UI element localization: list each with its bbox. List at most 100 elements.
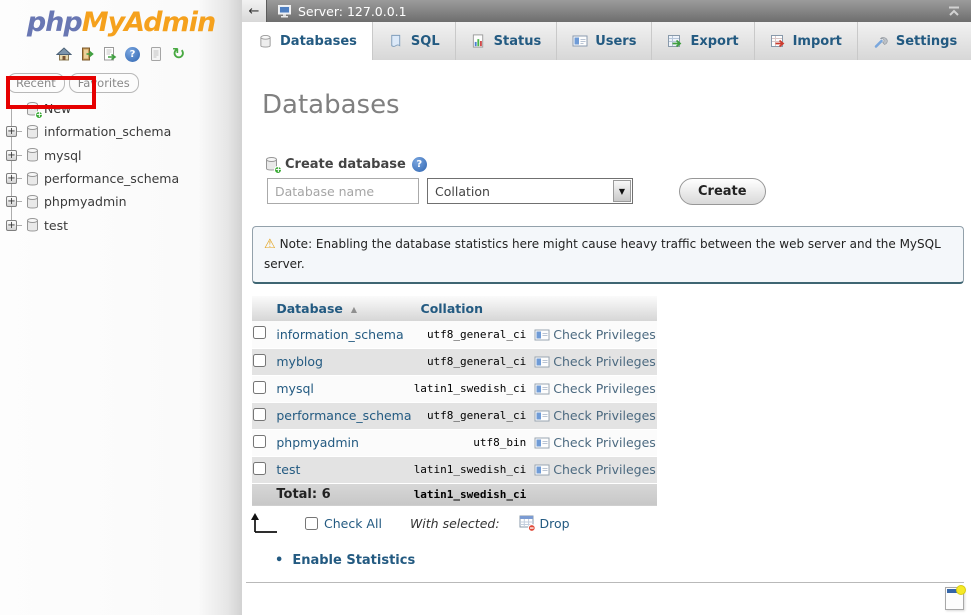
logout-icon[interactable] xyxy=(78,46,95,63)
tab-settings[interactable]: Settings xyxy=(858,22,971,60)
privileges-icon xyxy=(534,329,550,341)
row-checkbox[interactable] xyxy=(253,462,266,475)
tree-item-information-schema[interactable]: information_schema xyxy=(0,120,242,143)
database-link[interactable]: myblog xyxy=(267,354,323,369)
header-collation[interactable]: Collation xyxy=(412,296,535,321)
database-icon xyxy=(25,124,40,140)
database-link[interactable]: information_schema xyxy=(267,327,403,342)
plus-badge-icon xyxy=(274,166,282,174)
tab-status[interactable]: Status xyxy=(456,22,558,60)
database-link[interactable]: performance_schema xyxy=(267,408,411,423)
select-dropdown-icon[interactable]: ▼ xyxy=(613,180,631,202)
check-privileges-link[interactable]: Check Privileges xyxy=(553,435,656,450)
recent-tab[interactable]: Recent xyxy=(7,73,65,93)
row-checkbox[interactable] xyxy=(253,326,266,339)
enable-statistics-link[interactable]: Enable Statistics xyxy=(292,553,415,568)
privileges-icon xyxy=(534,464,550,476)
tree-item-test[interactable]: test xyxy=(0,213,242,236)
back-button[interactable]: ← xyxy=(242,0,267,22)
check-privileges-link[interactable]: Check Privileges xyxy=(553,462,656,477)
tree-item-label: test xyxy=(44,218,68,233)
collation-value: utf8_general_ci xyxy=(412,348,535,375)
server-icon xyxy=(277,4,293,19)
table-footer-row: Total: 6 latin1_swedish_ci xyxy=(252,483,657,506)
help-icon[interactable]: ? xyxy=(124,46,141,63)
bulk-actions-row: Check All With selected: Drop xyxy=(250,512,570,535)
collation-value: latin1_swedish_ci xyxy=(412,375,535,402)
header-database[interactable]: Database▲ xyxy=(267,296,411,321)
home-icon[interactable] xyxy=(55,46,72,63)
tab-users[interactable]: Users xyxy=(557,22,652,60)
phpmyadmin-app: phpMyAdmin ? ↻ Recent Favorites xyxy=(0,0,971,615)
expand-icon[interactable] xyxy=(6,196,17,207)
note-text: Note: Enabling the database statistics h… xyxy=(264,237,941,271)
table-row: performance_schema utf8_general_ci Check… xyxy=(252,402,657,429)
tree-item-label: information_schema xyxy=(44,124,171,139)
reload-icon[interactable]: ↻ xyxy=(170,46,187,63)
row-checkbox[interactable] xyxy=(253,435,266,448)
wrench-icon xyxy=(873,33,889,49)
favorites-tab[interactable]: Favorites xyxy=(69,73,139,93)
phpmyadmin-logo[interactable]: phpMyAdmin xyxy=(0,7,242,38)
drop-action[interactable]: Drop xyxy=(519,515,570,532)
collation-value: utf8_general_ci xyxy=(412,321,535,348)
table-row: phpmyadmin utf8_bin Check Privileges xyxy=(252,429,657,456)
tab-export[interactable]: Export xyxy=(652,22,754,60)
row-checkbox[interactable] xyxy=(253,354,266,367)
database-link[interactable]: phpmyadmin xyxy=(267,435,359,450)
tab-databases[interactable]: Databases xyxy=(242,22,373,60)
check-privileges-link[interactable]: Check Privileges xyxy=(553,408,656,423)
row-checkbox[interactable] xyxy=(253,408,266,421)
footer-collation: latin1_swedish_ci xyxy=(412,483,535,506)
database-icon xyxy=(25,147,40,163)
enable-statistics-row: • Enable Statistics xyxy=(275,553,415,568)
header-checkbox-cell xyxy=(252,296,267,321)
collation-value: utf8_general_ci xyxy=(412,402,535,429)
table-row: mysql latin1_swedish_ci Check Privileges xyxy=(252,375,657,402)
create-button[interactable]: Create xyxy=(679,178,766,205)
check-privileges-link[interactable]: Check Privileges xyxy=(553,354,656,369)
tree-item-label: New xyxy=(44,101,71,116)
check-all-link[interactable]: Check All xyxy=(324,516,382,531)
tree-item-performance-schema[interactable]: performance_schema xyxy=(0,167,242,190)
check-privileges-link[interactable]: Check Privileges xyxy=(553,381,656,396)
tab-sql[interactable]: SQL xyxy=(373,22,456,60)
tree-item-new[interactable]: New xyxy=(0,97,242,120)
database-name-input[interactable] xyxy=(267,178,419,204)
tab-label: Import xyxy=(793,34,842,49)
warning-icon: ⚠ xyxy=(264,237,276,252)
tree-item-label: performance_schema xyxy=(44,171,179,186)
sql-icon xyxy=(388,33,404,49)
tree-item-phpmyadmin[interactable]: phpmyadmin xyxy=(0,190,242,213)
row-checkbox[interactable] xyxy=(253,381,266,394)
docs-icon[interactable] xyxy=(147,46,164,63)
tab-label: SQL xyxy=(411,34,440,49)
query-window-icon[interactable] xyxy=(101,46,118,63)
database-icon xyxy=(25,217,40,233)
collation-select-value: Collation xyxy=(428,184,612,199)
tab-label: Users xyxy=(595,34,636,49)
collation-select[interactable]: Collation ▼ xyxy=(427,178,633,204)
collapse-topbar-icon[interactable] xyxy=(947,6,961,17)
expand-icon[interactable] xyxy=(6,173,17,184)
footer-divider xyxy=(246,582,964,583)
main-tab-bar: Databases SQL Status Users Export xyxy=(242,22,971,60)
privileges-icon xyxy=(534,437,550,449)
tab-import[interactable]: Import xyxy=(755,22,858,60)
database-link[interactable]: mysql xyxy=(267,381,314,396)
check-privileges-link[interactable]: Check Privileges xyxy=(553,327,656,342)
new-database-icon xyxy=(25,101,40,117)
database-link[interactable]: test xyxy=(267,462,300,477)
privileges-icon xyxy=(534,410,550,422)
open-new-window-icon[interactable] xyxy=(945,587,964,610)
help-icon[interactable]: ? xyxy=(412,157,427,172)
database-tree: New information_schema mysql xyxy=(0,97,242,237)
databases-table: Database▲ Collation information_schema u… xyxy=(252,296,657,507)
tree-item-mysql[interactable]: mysql xyxy=(0,144,242,167)
expand-icon[interactable] xyxy=(6,126,17,137)
privileges-icon xyxy=(534,356,550,368)
expand-icon[interactable] xyxy=(6,150,17,161)
expand-icon[interactable] xyxy=(6,220,17,231)
statistics-note: ⚠Note: Enabling the database statistics … xyxy=(252,226,964,284)
check-all-checkbox[interactable] xyxy=(305,517,318,530)
